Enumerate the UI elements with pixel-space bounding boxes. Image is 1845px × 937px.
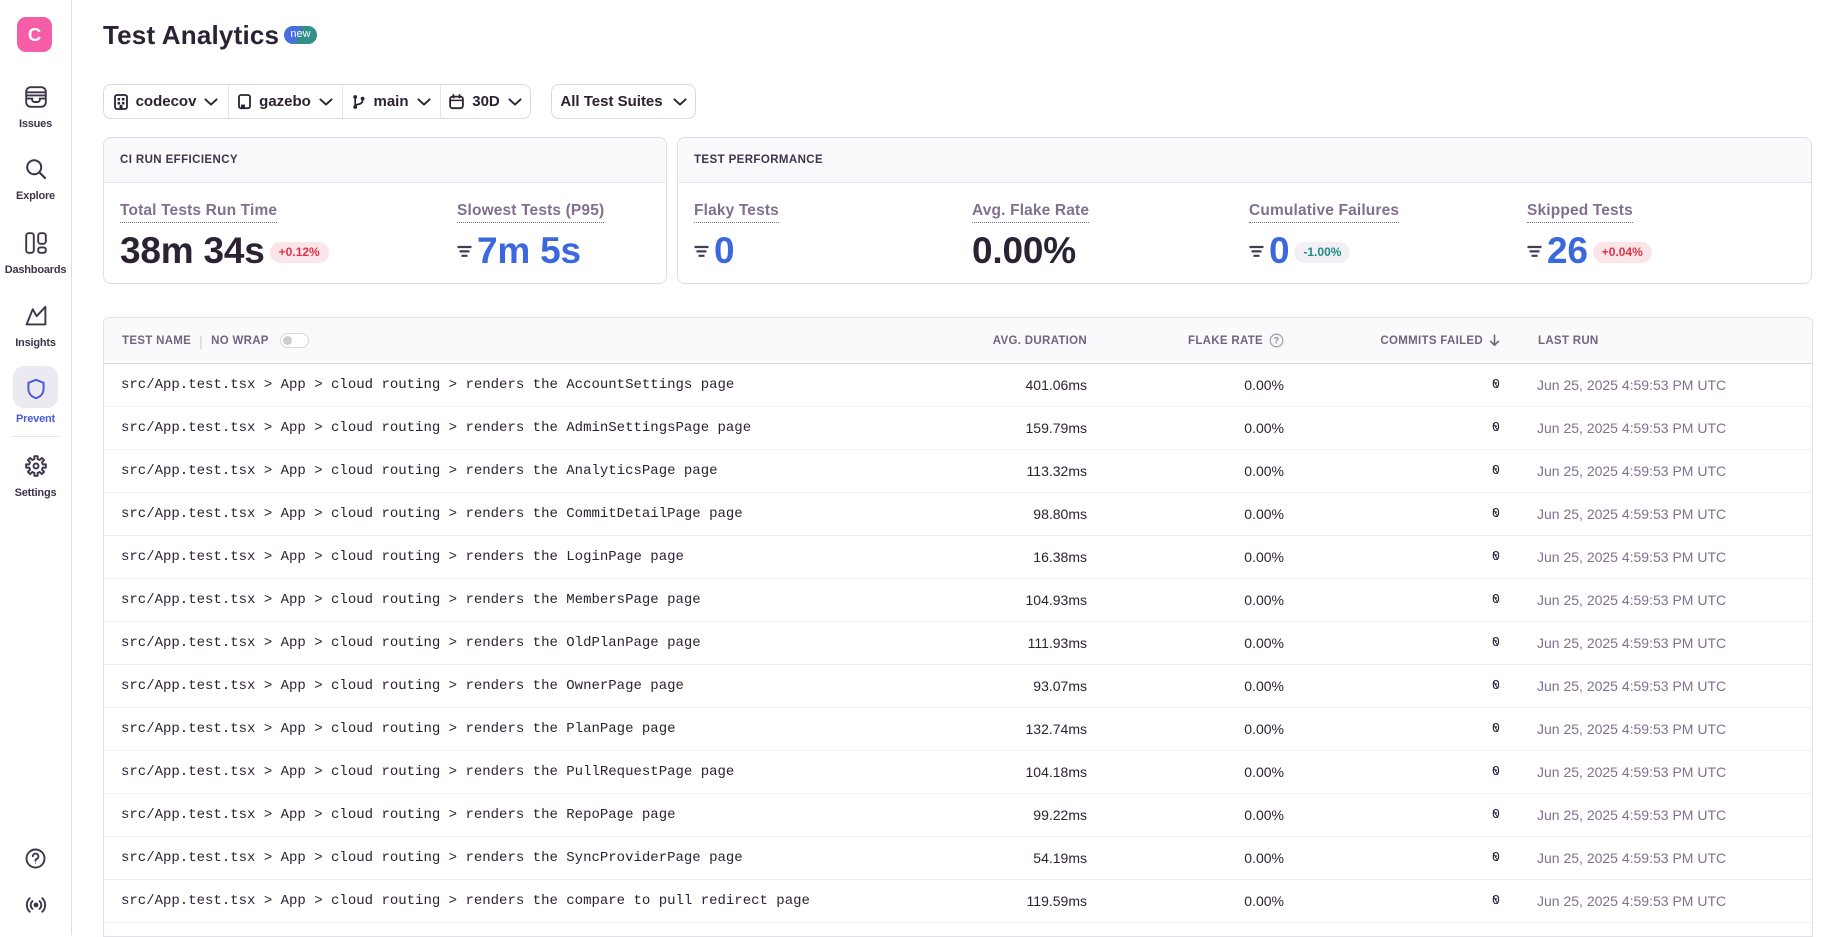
- svg-text:?: ?: [1274, 336, 1280, 346]
